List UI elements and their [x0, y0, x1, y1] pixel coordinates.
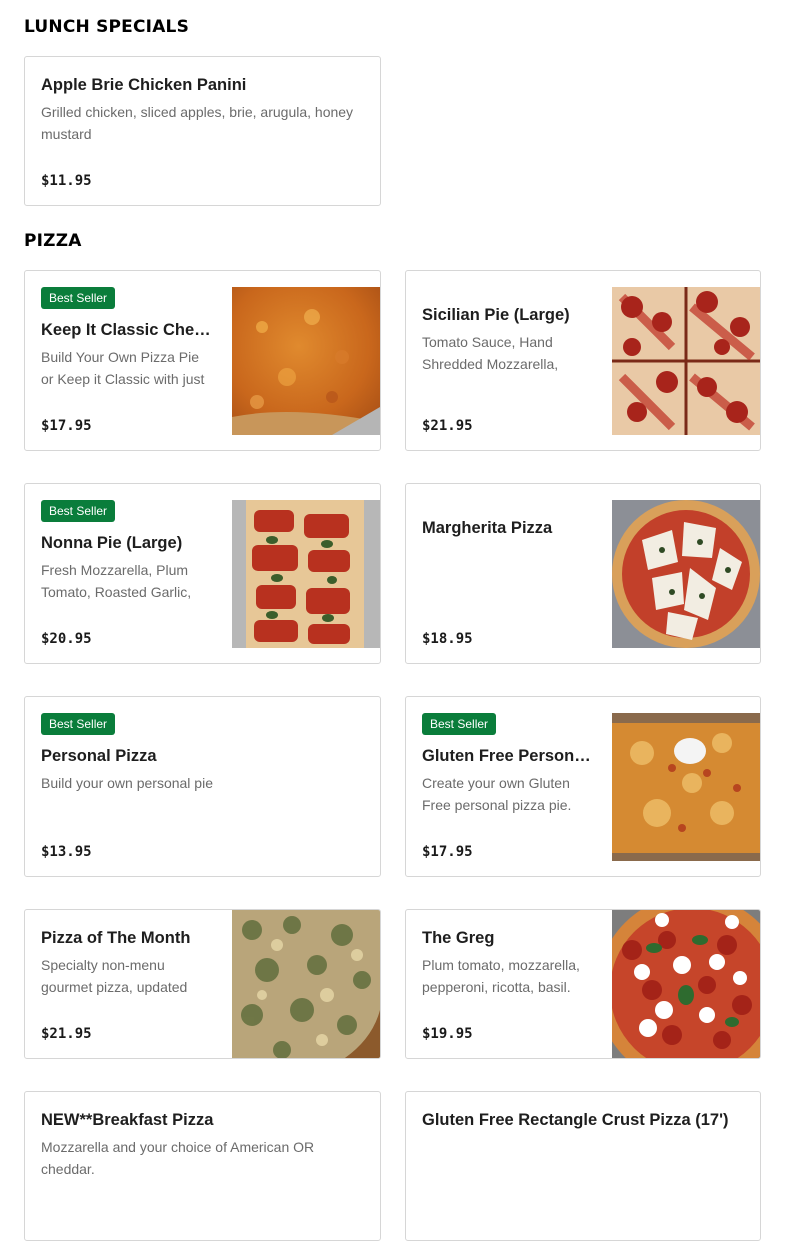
menu-item-card[interactable]: Gluten Free Rectangle Crust Pizza (17') — [405, 1091, 761, 1241]
menu-item-card[interactable]: NEW**Breakfast Pizza Mozzarella and your… — [24, 1091, 381, 1241]
item-price: $19.95 — [422, 1026, 473, 1042]
item-description: Plum tomato, mozzarella, pepperoni, rico… — [422, 957, 580, 995]
item-name: Apple Brie Chicken Panini — [41, 76, 247, 94]
item-name: Margherita Pizza — [422, 519, 553, 537]
item-price: $17.95 — [422, 844, 473, 860]
item-price: $21.95 — [41, 1026, 92, 1042]
best-seller-badge: Best Seller — [41, 500, 116, 522]
margherita-photo — [612, 500, 760, 648]
item-description: Fresh Mozzarella, Plum Tomato, Roasted G… — [41, 562, 192, 600]
menu-item-card[interactable]: Best Seller Keep It Classic Cheese Pie (… — [24, 270, 381, 451]
nonna-pie-photo — [232, 500, 380, 648]
menu-item-card[interactable]: Best Seller Gluten Free Personal Pizza C… — [405, 696, 761, 877]
gluten-free-pizza-photo — [612, 713, 760, 861]
menu-item-card[interactable]: Sicilian Pie (Large) Tomato Sauce, Hand … — [405, 270, 761, 451]
item-name: The Greg — [422, 929, 495, 947]
item-name: Personal Pizza — [41, 747, 157, 765]
item-price: $21.95 — [422, 418, 473, 434]
item-description: Build Your Own Pizza Pie or Keep it Clas… — [41, 349, 205, 387]
item-price: $17.95 — [41, 418, 92, 434]
item-price: $18.95 — [422, 631, 473, 647]
item-description: Specialty non-menu gourmet pizza, update… — [41, 957, 188, 995]
item-name: NEW**Breakfast Pizza — [41, 1111, 214, 1129]
menu-item-card[interactable]: Best Seller Personal Pizza Build your ow… — [24, 696, 381, 877]
item-name: Nonna Pie (Large) — [41, 534, 183, 552]
item-description: Tomato Sauce, Hand Shredded Mozzarella, … — [422, 334, 559, 372]
menu-item-card[interactable]: Best Seller Nonna Pie (Large) Fresh Mozz… — [24, 483, 381, 664]
item-name: Gluten Free Rectangle Crust Pizza (17') — [422, 1111, 729, 1129]
item-description: Grilled chicken, sliced apples, brie, ar… — [41, 104, 354, 142]
spinach-pizza-photo — [232, 910, 380, 1058]
item-description: Mozzarella and your choice of American O… — [41, 1139, 315, 1177]
item-price: $11.95 — [41, 173, 92, 189]
section-title-pizza: PIZZA — [24, 231, 82, 251]
menu-item-card[interactable]: Apple Brie Chicken Panini Grilled chicke… — [24, 56, 381, 206]
best-seller-badge: Best Seller — [422, 713, 497, 735]
item-name: Pizza of The Month — [41, 929, 191, 947]
item-description: Create your own Gluten Free personal piz… — [422, 775, 572, 813]
item-description: Build your own personal pie — [41, 775, 213, 791]
item-price: $20.95 — [41, 631, 92, 647]
item-name: Gluten Free Personal Pizza — [422, 747, 594, 765]
menu-item-card[interactable]: Pizza of The Month Specialty non-menu go… — [24, 909, 381, 1059]
item-name: Keep It Classic Cheese Pie (Large) — [41, 321, 214, 339]
menu-item-card[interactable]: The Greg Plum tomato, mozzarella, pepper… — [405, 909, 761, 1059]
item-name: Sicilian Pie (Large) — [422, 306, 570, 324]
greg-pizza-photo — [612, 910, 760, 1058]
pizza-cheese-photo — [232, 287, 380, 435]
section-title-lunch-specials: LUNCH SPECIALS — [24, 17, 190, 37]
best-seller-badge: Best Seller — [41, 713, 116, 735]
best-seller-badge: Best Seller — [41, 287, 116, 309]
sicilian-pepperoni-photo — [612, 287, 760, 435]
menu-item-card[interactable]: Margherita Pizza $18.95 — [405, 483, 761, 664]
item-price: $13.95 — [41, 844, 92, 860]
